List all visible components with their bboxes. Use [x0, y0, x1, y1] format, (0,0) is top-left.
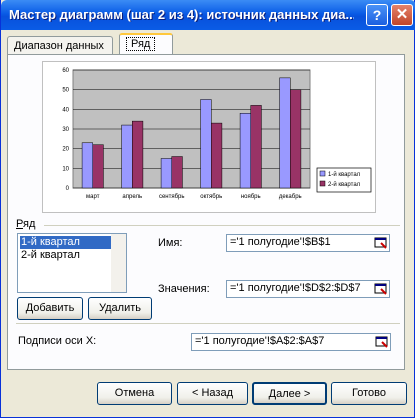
xlabels-field[interactable]: ='1 полугодие'!$A$2:$A$7 — [191, 333, 391, 351]
series-list-item[interactable]: 2-й квартал — [20, 249, 112, 262]
window-title: Мастер диаграмм (шаг 2 из 4): источник д… — [9, 7, 354, 22]
separator — [16, 323, 400, 324]
xlabels-field-label: Подписи оси X: — [18, 335, 97, 347]
x-tick-label: октябрь — [200, 194, 222, 200]
help-button[interactable]: ? — [366, 4, 388, 26]
bar — [211, 122, 223, 189]
x-tick-label: сентябрь — [159, 194, 185, 200]
name-field[interactable]: ='1 полугодие'!$B$1 — [226, 234, 390, 252]
next-button[interactable]: Далее > — [252, 382, 327, 405]
chart-wizard-dialog: Мастер диаграмм (шаг 2 из 4): источник д… — [0, 0, 415, 418]
x-tick-label: ноябрь — [241, 194, 261, 200]
y-tick-label: 60 — [62, 68, 69, 74]
bar — [290, 89, 302, 189]
bar — [132, 120, 144, 189]
tab-series[interactable]: Ряд — [119, 33, 173, 55]
bar — [200, 99, 212, 189]
collapse-dialog-icon[interactable] — [374, 236, 388, 250]
xlabels-field-value: ='1 полугодие'!$A$2:$A$7 — [195, 335, 325, 347]
values-field[interactable]: ='1 полугодие'!$D$2:$D$7 — [226, 280, 390, 298]
collapse-dialog-icon[interactable] — [375, 335, 389, 349]
x-tick-label: декабрь — [279, 194, 302, 200]
delete-series-button[interactable]: Удалить — [88, 297, 152, 320]
legend-swatch — [319, 170, 326, 177]
legend-label: 1-й квартал — [328, 171, 361, 178]
y-tick-label: 30 — [62, 127, 69, 133]
bar — [279, 77, 291, 189]
add-series-button[interactable]: Добавить — [17, 297, 83, 320]
bar — [160, 158, 172, 189]
finish-button[interactable]: Готово — [331, 382, 407, 405]
bar — [121, 124, 133, 189]
listbox-scrollbar[interactable] — [111, 234, 126, 292]
series-list-item[interactable]: 1-й квартал — [20, 236, 112, 249]
bar — [171, 156, 183, 189]
close-button[interactable]: ✕ — [391, 4, 413, 26]
y-tick-label: 40 — [62, 107, 69, 113]
x-tick-label: апрель — [122, 194, 142, 200]
series-group-line — [44, 225, 400, 226]
name-field-label: Имя: — [158, 237, 183, 249]
tab-panel: 0 10 20 30 40 50 60 март апрель сентябрь октябрь но… — [7, 54, 405, 370]
series-group-label: Ряд — [16, 218, 36, 230]
chart-preview: 0 10 20 30 40 50 60 март апрель сентябрь октябрь но… — [42, 61, 376, 213]
tab-series-label: Ряд — [126, 37, 156, 51]
collapse-dialog-icon[interactable] — [374, 282, 388, 296]
tab-data-range[interactable]: Диапазон данных — [7, 36, 113, 54]
bar — [250, 105, 262, 189]
back-button[interactable]: < Назад — [177, 382, 248, 405]
values-field-label: Значения: — [158, 283, 210, 295]
legend-swatch — [319, 180, 326, 187]
cancel-button[interactable]: Отмена — [97, 382, 172, 405]
y-tick-label: 0 — [66, 186, 70, 192]
title-bar[interactable]: Мастер диаграмм (шаг 2 из 4): источник д… — [1, 0, 415, 30]
y-tick-label: 20 — [62, 147, 69, 153]
bar — [239, 113, 252, 189]
chart-svg: 0 10 20 30 40 50 60 март апрель сентябрь октябрь но… — [62, 68, 372, 200]
legend-label: 2-й квартал — [328, 181, 361, 188]
series-group-label-rest: яд — [22, 218, 36, 230]
name-field-value: ='1 полугодие'!$B$1 — [230, 236, 331, 248]
bar — [92, 144, 104, 189]
bar — [81, 142, 93, 189]
series-listbox[interactable]: 1-й квартал 2-й квартал — [17, 233, 127, 293]
values-field-value: ='1 полугодие'!$D$2:$D$7 — [230, 282, 361, 294]
y-tick-label: 50 — [62, 88, 69, 94]
y-tick-label: 10 — [62, 166, 69, 172]
x-tick-label: март — [86, 194, 100, 200]
